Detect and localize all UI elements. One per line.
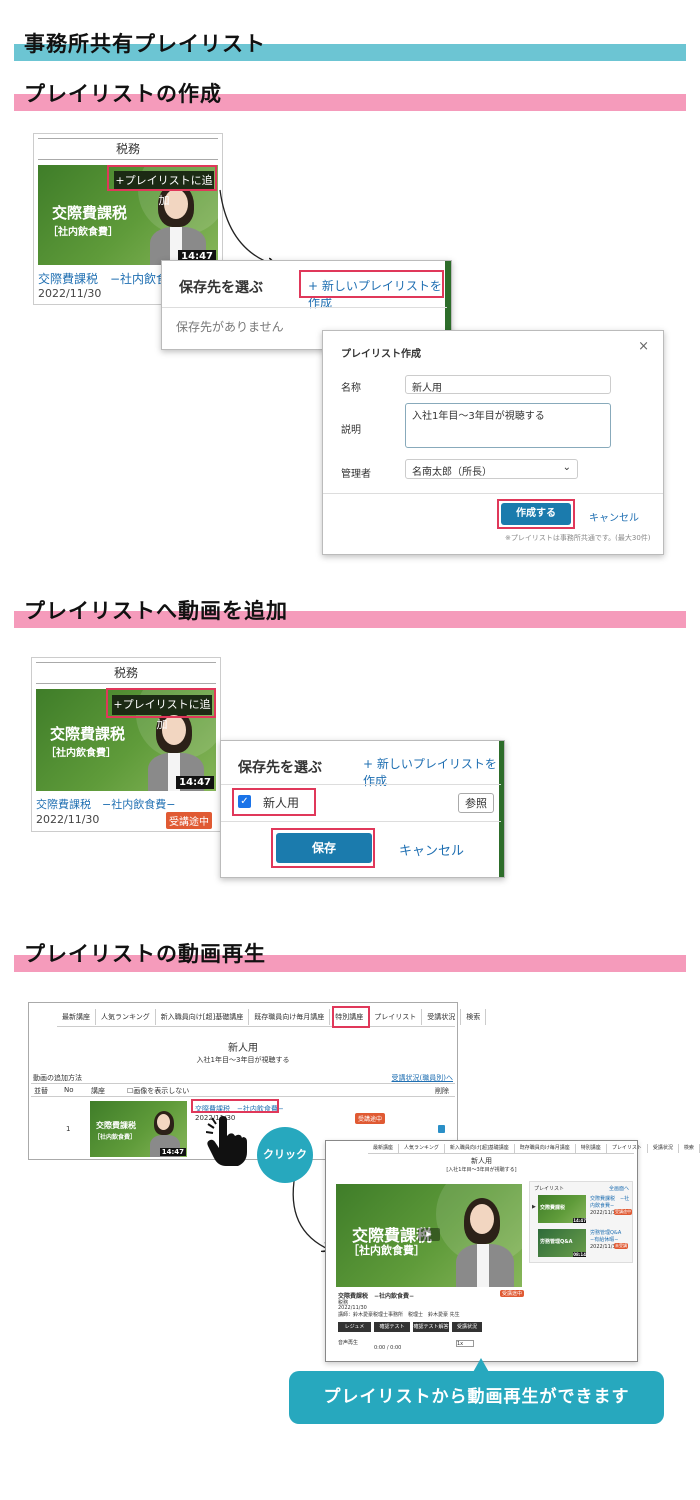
status-badge: 受講途中 [166, 812, 212, 829]
audio-label: 音声再生 [338, 1340, 359, 1346]
section-heading-add: プレイリストへ動画を追加 [24, 599, 288, 623]
status-badge: 受講途中 [500, 1290, 525, 1297]
video-player[interactable]: 交際費課税 ［社内飲食費］ ▶ [336, 1184, 522, 1287]
dialog-title: 保存先を選ぶ [238, 760, 322, 776]
admin-select[interactable]: 名南太郎（所長） ⌄ [405, 459, 578, 479]
tab-playlist[interactable]: プレイリスト [607, 1144, 648, 1153]
col-delete: 削除 [435, 1087, 449, 1095]
category-header: 税務 [36, 662, 216, 684]
tab-search[interactable]: 検索 [461, 1009, 487, 1025]
tab-special[interactable]: 特別講座 [576, 1144, 607, 1153]
play-icon[interactable]: ▶ [418, 1228, 440, 1241]
description-label: 説明 [341, 425, 361, 436]
hand-cursor-icon [206, 1116, 247, 1166]
admin-value: 名南太郎（所長） [412, 467, 492, 478]
sidebar-thumb-2[interactable]: 労務管理Q&A 08:14 [538, 1229, 586, 1257]
resume-button[interactable]: レジュメ [338, 1322, 371, 1332]
name-input[interactable]: 新人用 [405, 375, 611, 394]
trash-icon[interactable] [438, 1125, 445, 1133]
empty-message: 保存先がありません [176, 320, 284, 334]
nav-tabs: 最新講座 人気ランキング 新入職員向け[超]基礎講座 既存職員向け毎月講座 特別講座 プレ… [57, 1009, 487, 1027]
sidebar-item-badge: 未受講 [614, 1243, 628, 1249]
dialog-title: 保存先を選ぶ [179, 280, 263, 296]
cancel-link[interactable]: キャンセル [399, 840, 464, 859]
test-answer-button[interactable]: 確認テスト解答 [413, 1322, 449, 1332]
sidebar-item-title[interactable]: 労務管理Q&A −有給休暇− [590, 1229, 632, 1243]
tab-ranking[interactable]: 人気ランキング [399, 1144, 445, 1153]
tab-newcomer[interactable]: 新入職員向け[超]基礎講座 [445, 1144, 515, 1153]
hide-images-label: 画像を表示しない [133, 1087, 190, 1095]
video-card: 税務 交際費課税 ［社内飲食費］ 14:47 +プレイリストに追加 交際費課税 … [31, 657, 221, 832]
tab-newcomer[interactable]: 新入職員向け[超]基礎講座 [156, 1009, 250, 1025]
audio-time: 0:00 / 0:00 [374, 1345, 402, 1351]
playlist-name: 新人用 [228, 1043, 258, 1054]
tab-latest[interactable]: 最新講座 [57, 1009, 96, 1025]
tab-monthly[interactable]: 既存職員向け毎月講座 [249, 1009, 331, 1025]
thumb-subtitle: ［社内飲食費］ [94, 1134, 137, 1141]
sidebar-title: プレイリスト [534, 1186, 565, 1192]
fullscreen-link[interactable]: 全画面へ [609, 1185, 629, 1192]
col-no: No [64, 1086, 74, 1094]
section-heading-play: プレイリストの動画再生 [24, 942, 266, 966]
duration-badge: 14:47 [573, 1218, 586, 1223]
tab-monthly[interactable]: 既存職員向け毎月講座 [515, 1144, 576, 1153]
status-link[interactable]: 受講状況(職員別)へ [392, 1073, 453, 1083]
name-label: 名称 [341, 383, 361, 394]
test-button[interactable]: 確認テスト [374, 1322, 410, 1332]
limit-note: ※プレイリストは事務所共通です。(最大30件) [505, 534, 651, 542]
duration-badge: 08:14 [573, 1252, 586, 1257]
playlist-description: [入社1年目～3年目が視聴する] [446, 1167, 517, 1173]
duration-badge: 14:47 [159, 1148, 186, 1156]
col-course: 講座 [91, 1087, 105, 1095]
tab-status[interactable]: 受講状況 [648, 1144, 679, 1153]
thumb-title: 交際費課税 [50, 725, 126, 743]
hide-images-checkbox[interactable]: ☐画像を表示しない [127, 1086, 189, 1096]
sidebar-item-title[interactable]: 交際費課税 −社内飲食費− [590, 1195, 632, 1209]
reference-button[interactable]: 参照 [458, 793, 494, 813]
row-no: 1 [66, 1125, 71, 1133]
tab-ranking[interactable]: 人気ランキング [96, 1009, 156, 1025]
speed-select[interactable]: 1x [456, 1340, 474, 1347]
thumb-title: 交際費課税 [540, 1205, 566, 1211]
video-title-link[interactable]: 交際費課税 −社内飲食費− [36, 796, 175, 812]
description-textarea[interactable]: 入社1年目～3年目が視聴する [405, 403, 611, 448]
sidebar-item-badge: 受講途中 [614, 1209, 632, 1215]
tab-status[interactable]: 受講状況 [422, 1009, 462, 1025]
col-order: 並替 [34, 1087, 48, 1095]
add-method-label: 動画の追加方法 [33, 1074, 82, 1082]
close-icon[interactable]: × [638, 339, 649, 354]
cancel-link[interactable]: キャンセル [589, 509, 639, 524]
player-page: 最新講座 人気ランキング 新入職員向け[超]基礎講座 既存職員向け毎月講座 特別講座 プレ… [325, 1140, 700, 1362]
click-indicator: クリック [257, 1127, 313, 1183]
playing-marker-icon: ▶ [532, 1204, 536, 1210]
tab-latest[interactable]: 最新講座 [368, 1144, 400, 1153]
tab-search[interactable]: 検索 [679, 1144, 700, 1153]
lecturer-info: 講師：鈴木愛豪税理士事務所 税理士 鈴木愛豪 先生 [338, 1312, 460, 1318]
row-status-badge: 受講途中 [355, 1113, 386, 1124]
playlist-description: 入社1年目～3年目が視聴する [196, 1056, 290, 1064]
dialog-title: プレイリスト作成 [341, 349, 421, 360]
thumb-title: 労務管理Q&A [540, 1239, 573, 1245]
video-date: 2022/11/30 [36, 813, 100, 826]
callout-banner: プレイリストから動画再生ができます [289, 1371, 664, 1424]
duration-badge: 14:47 [176, 776, 214, 789]
video-title: 交際費課税 −社内飲食費− [338, 1293, 415, 1300]
create-playlist-dialog: プレイリスト作成 × 名称 新人用 説明 入社1年目～3年目が視聴する 管理者 … [322, 330, 664, 555]
nav-tabs: 最新講座 人気ランキング 新入職員向け[超]基礎講座 既存職員向け毎月講座 特別講座 プレ… [368, 1144, 700, 1154]
thumb-title: 交際費課税 [96, 1121, 136, 1130]
thumb-subtitle: ［社内飲食費］ [348, 1244, 425, 1257]
tab-playlist[interactable]: プレイリスト [369, 1009, 423, 1025]
thumb-subtitle: ［社内飲食費］ [46, 748, 116, 759]
row-thumbnail[interactable]: 交際費課税 ［社内飲食費］ 14:47 [90, 1101, 187, 1157]
sidebar-thumb-1[interactable]: 交際費課税 14:47 [538, 1195, 586, 1223]
lecturer-image [456, 1198, 516, 1287]
status-button[interactable]: 受講状況 [452, 1322, 482, 1332]
chevron-down-icon: ⌄ [562, 462, 571, 473]
playlist-sidebar: プレイリスト 全画面へ ▶ 交際費課税 14:47 交際費課税 −社内飲食費− … [529, 1181, 633, 1263]
admin-label: 管理者 [341, 469, 371, 480]
playlist-name: 新人用 [471, 1157, 492, 1165]
